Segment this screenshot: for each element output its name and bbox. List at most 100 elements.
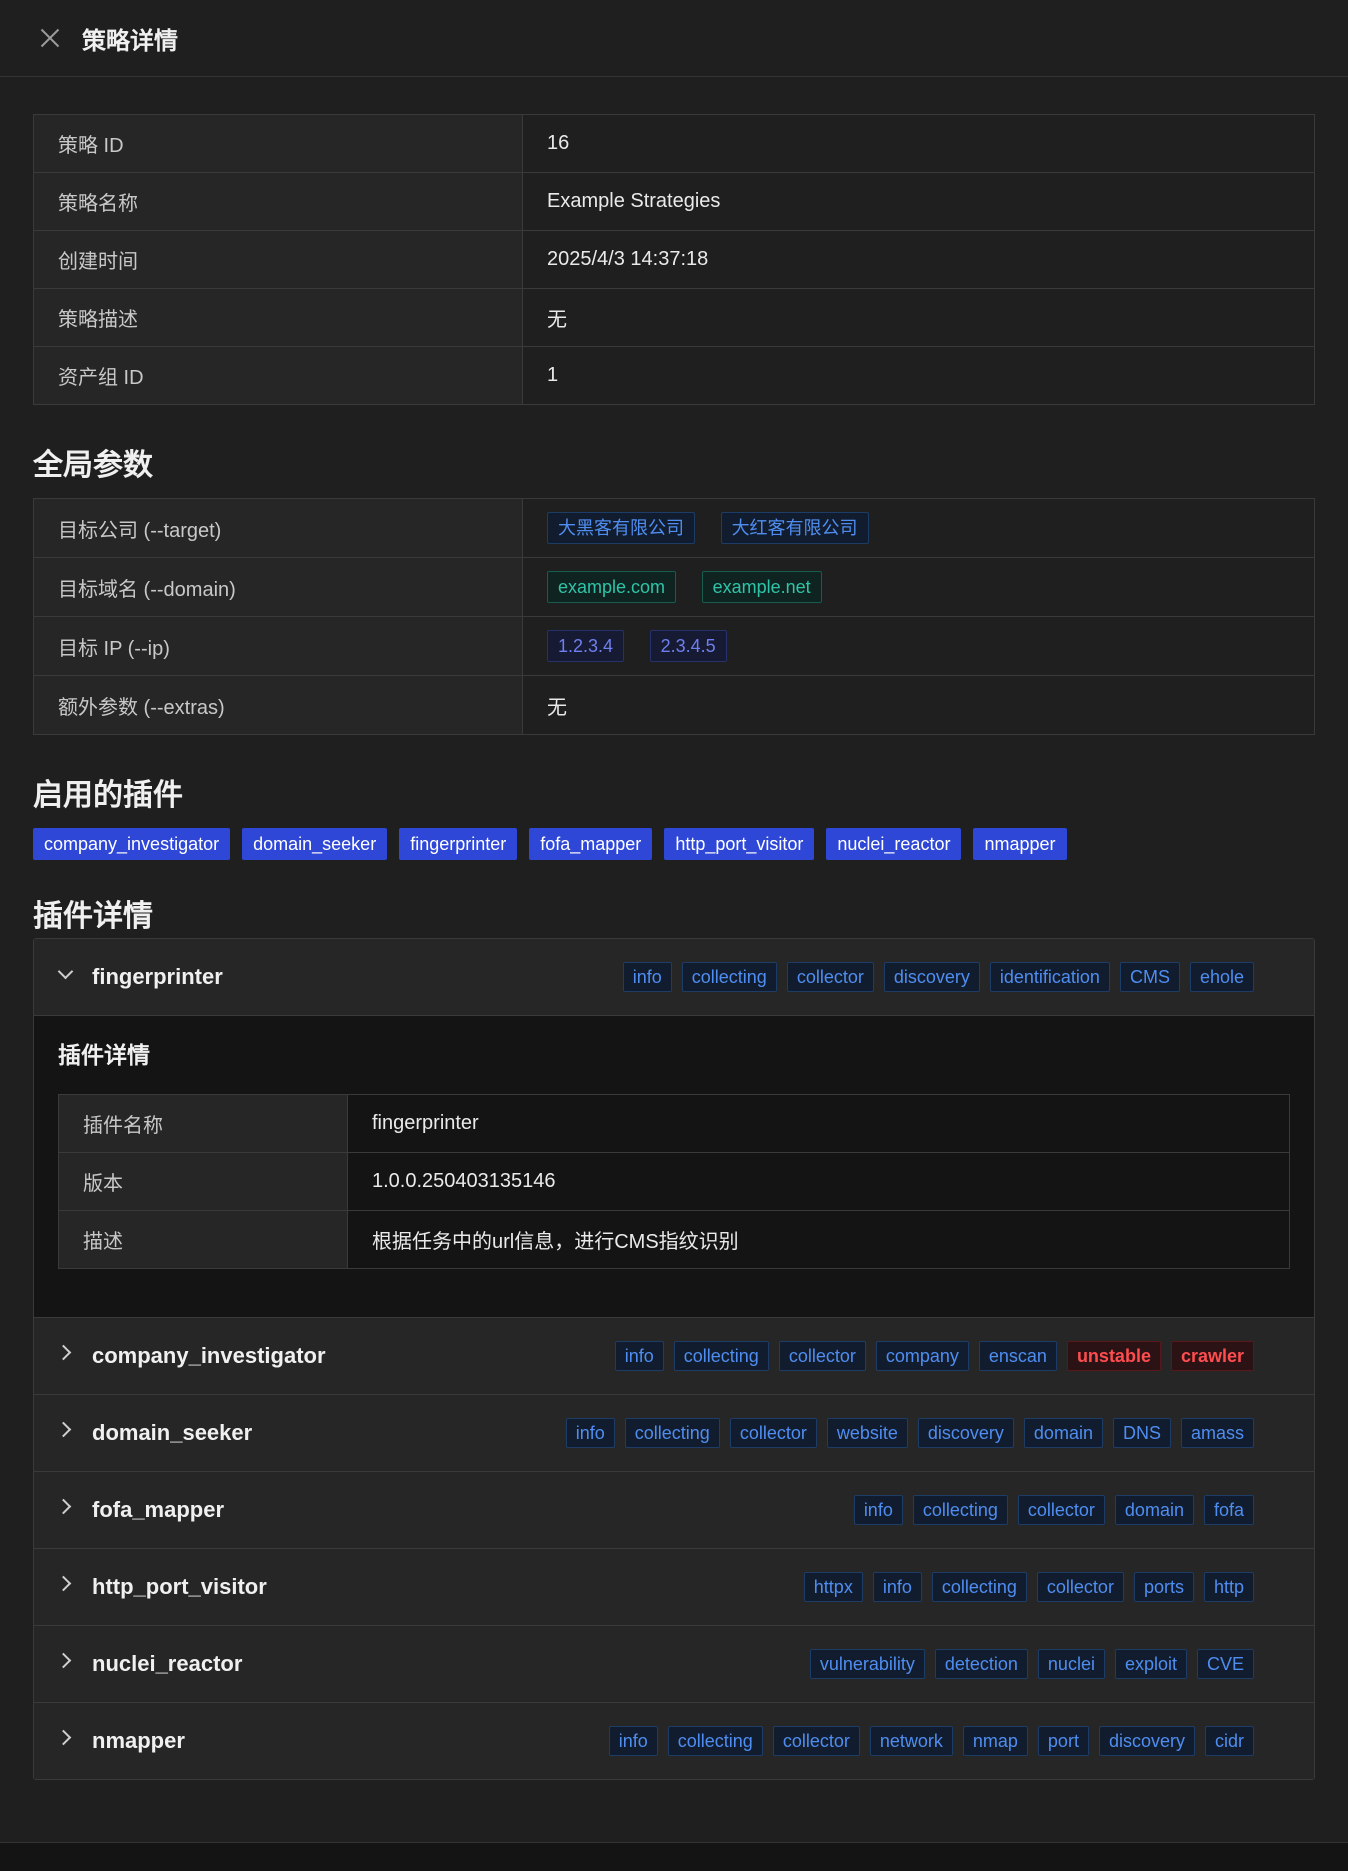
strategy-desc-value: 无 (522, 288, 1315, 347)
plugin-panel-header[interactable]: company_investigator info collecting collec… (34, 1318, 1314, 1394)
plugin-tag: discovery (917, 1418, 1014, 1448)
table-row: 资产组 ID 1 (33, 346, 1315, 405)
plugin-tag: crawler (1170, 1341, 1254, 1371)
plugin-tag: DNS (1112, 1418, 1171, 1448)
plugin-tag: website (826, 1418, 908, 1448)
plugin-info-value: 根据任务中的url信息，进行CMS指纹识别 (347, 1210, 1290, 1269)
plugin-panel-nuclei-reactor: nuclei_reactor vulnerability detection nucl… (34, 1626, 1314, 1703)
plugin-tag: collector (786, 962, 874, 992)
plugin-tag: identification (989, 962, 1110, 992)
global-params-table: 目标公司 (--target) 大黑客有限公司 大红客有限公司 目标域名 (--… (33, 498, 1315, 735)
plugin-tag: httpx (803, 1572, 863, 1602)
plugin-panel-header[interactable]: nmapper info collecting collector network nma… (34, 1703, 1314, 1779)
plugin-tags: info collecting collector network nmap port di… (608, 1726, 1254, 1756)
plugin-panel-company-investigator: company_investigator info collecting collec… (34, 1318, 1314, 1395)
asset-group-id-label: 资产组 ID (33, 346, 523, 405)
plugin-tag: collector (1017, 1495, 1105, 1525)
target-tag: 大红客有限公司 (720, 512, 869, 544)
strategy-desc-label: 策略描述 (33, 288, 523, 347)
plugin-panel-fingerprinter: fingerprinter info collecting collector disc… (34, 939, 1314, 1318)
plugin-panel-nmapper: nmapper info collecting collector network nma… (34, 1703, 1314, 1779)
plugin-tags: info collecting collector domain fofa (853, 1495, 1254, 1525)
plugin-tag: nuclei (1037, 1649, 1105, 1679)
plugin-tags: info collecting collector website discovery d… (565, 1418, 1254, 1448)
plugin-info-label: 插件名称 (58, 1094, 348, 1153)
global-params-heading: 全局参数 (33, 449, 153, 482)
plugin-tag: collecting (912, 1495, 1008, 1525)
table-row: 额外参数 (--extras) 无 (33, 675, 1315, 735)
table-row: 创建时间 2025/4/3 14:37:18 (33, 230, 1315, 289)
plugin-panel-name: nuclei_reactor (92, 1651, 243, 1676)
plugin-panel-fofa-mapper: fofa_mapper info collecting collector domain… (34, 1472, 1314, 1549)
chevron-right-icon[interactable] (58, 1499, 72, 1513)
chevron-right-icon[interactable] (58, 1422, 72, 1436)
chevron-down-icon[interactable] (58, 966, 72, 980)
plugin-tag: collecting (681, 962, 777, 992)
chevron-right-icon[interactable] (58, 1576, 72, 1590)
plugin-info-table: 插件名称 fingerprinter 版本 1.0.0.250403135146 描述根… (58, 1094, 1290, 1269)
ip-tag: 1.2.3.4 (547, 630, 625, 662)
plugin-info-label: 描述 (58, 1210, 348, 1269)
extras-label: 额外参数 (--extras) (33, 675, 523, 735)
plugin-panel-header[interactable]: nuclei_reactor vulnerability detection nucl… (34, 1626, 1314, 1702)
plugin-collapse: fingerprinter info collecting collector disc… (33, 938, 1315, 1780)
plugin-tag: collector (778, 1341, 866, 1371)
strategy-name-value: Example Strategies (522, 172, 1315, 231)
plugin-chip: domain_seeker (242, 828, 388, 860)
chevron-right-icon[interactable] (58, 1653, 72, 1667)
plugin-info-value: fingerprinter (347, 1094, 1290, 1153)
plugin-info-label: 版本 (58, 1152, 348, 1211)
plugin-panel-header[interactable]: fingerprinter info collecting collector disc… (34, 939, 1314, 1015)
close-icon[interactable] (36, 24, 64, 52)
plugin-tags: info collecting collector company enscan unst… (614, 1341, 1254, 1371)
plugin-tag: domain (1023, 1418, 1103, 1448)
domain-tag: example.com (547, 571, 677, 603)
plugin-panel-header[interactable]: domain_seeker info collecting collector webs… (34, 1395, 1314, 1471)
plugin-chip: fofa_mapper (529, 828, 653, 860)
plugin-panel-header[interactable]: fofa_mapper info collecting collector domain… (34, 1472, 1314, 1548)
plugin-panel-body: 插件详情插件名称 fingerprinter 版本 1.0.0.25040313514… (34, 1015, 1314, 1317)
target-tag: 大黑客有限公司 (547, 512, 695, 544)
plugin-tag: amass (1180, 1418, 1254, 1448)
created-time-value: 2025/4/3 14:37:18 (522, 230, 1315, 289)
plugin-tag: domain (1114, 1495, 1194, 1525)
plugin-tag: collecting (624, 1418, 720, 1448)
plugin-tag: nmap (962, 1726, 1028, 1756)
table-row: 策略 ID 16 (33, 114, 1315, 173)
plugin-tag: detection (934, 1649, 1028, 1679)
plugin-tag: port (1037, 1726, 1089, 1756)
plugin-tag: vulnerability (809, 1649, 925, 1679)
ip-tag: 2.3.4.5 (649, 630, 727, 662)
plugin-chip: nuclei_reactor (826, 828, 962, 860)
plugin-tags: info collecting collector discovery identifi… (622, 962, 1254, 992)
chevron-right-icon[interactable] (58, 1345, 72, 1359)
plugin-tag: collecting (667, 1726, 763, 1756)
table-row: 目标公司 (--target) 大黑客有限公司 大红客有限公司 (33, 498, 1315, 558)
plugin-tag: collecting (673, 1341, 769, 1371)
plugin-tags: vulnerability detection nuclei exploit CVE (809, 1649, 1254, 1679)
chevron-right-icon[interactable] (58, 1730, 72, 1744)
target-values: 大黑客有限公司 大红客有限公司 (522, 498, 1315, 558)
plugin-tag: company (875, 1341, 969, 1371)
domain-label: 目标域名 (--domain) (33, 557, 523, 617)
plugin-body-title: 插件详情 (58, 1042, 150, 1068)
plugin-tag: collector (729, 1418, 817, 1448)
plugin-tag: info (853, 1495, 903, 1525)
plugin-panel-header[interactable]: http_port_visitor httpx info collecting coll… (34, 1549, 1314, 1625)
table-row: 版本 1.0.0.250403135146 (58, 1152, 1290, 1211)
domain-tag: example.net (701, 571, 822, 603)
plugin-chip: fingerprinter (399, 828, 518, 860)
table-row: 策略描述 无 (33, 288, 1315, 347)
plugin-panel-http-port-visitor: http_port_visitor httpx info collecting coll… (34, 1549, 1314, 1626)
ip-values: 1.2.3.4 2.3.4.5 (522, 616, 1315, 676)
table-row: 目标域名 (--domain) example.com example.net (33, 557, 1315, 617)
plugin-tag: enscan (978, 1341, 1057, 1371)
plugin-chip: company_investigator (33, 828, 231, 860)
plugin-chip: nmapper (973, 828, 1067, 860)
plugin-tag: http (1203, 1572, 1254, 1602)
drawer-content: 策略 ID 16 策略名称 Example Strategies 创建时间 20… (0, 77, 1348, 1780)
plugin-tag: collecting (931, 1572, 1027, 1602)
plugin-details-heading: 插件详情 (33, 900, 153, 933)
table-row: 描述 根据任务中的url信息，进行CMS指纹识别 (58, 1210, 1290, 1269)
target-label: 目标公司 (--target) (33, 498, 523, 558)
